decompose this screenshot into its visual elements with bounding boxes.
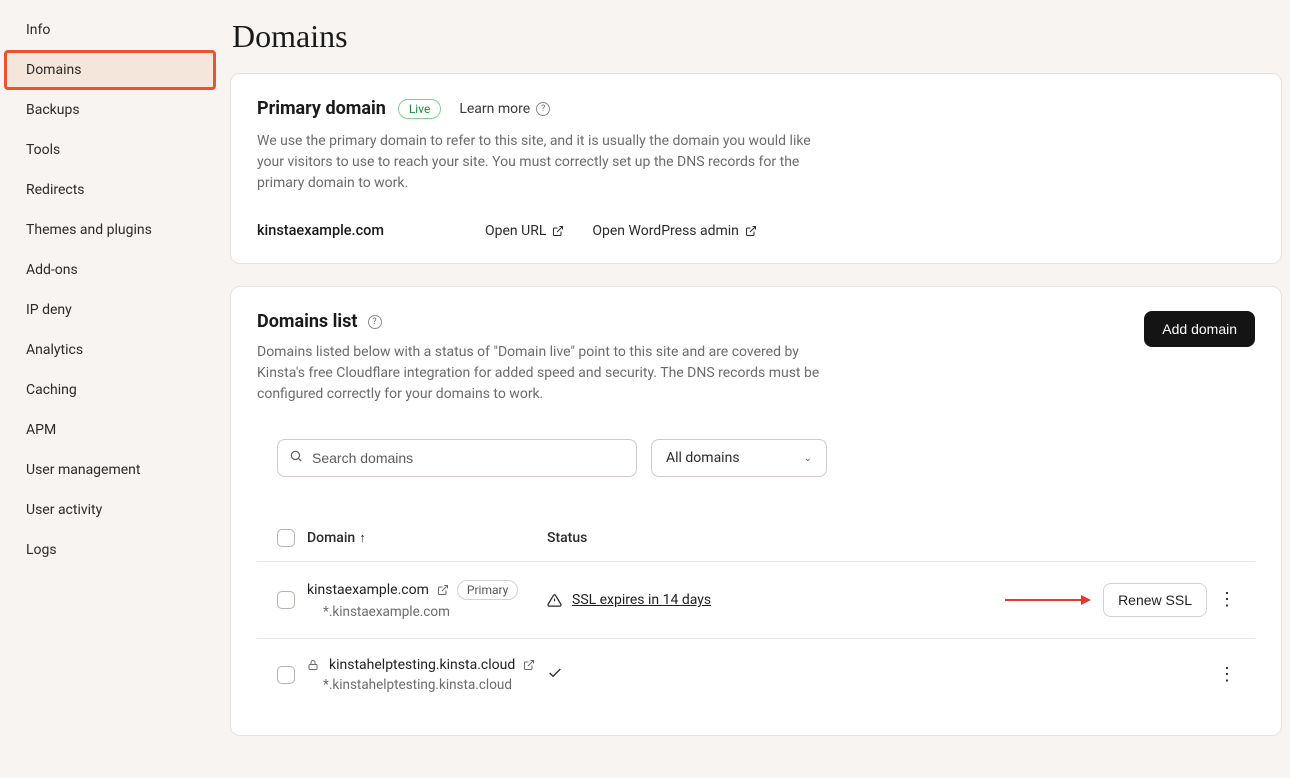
sidebar-item-redirects[interactable]: Redirects — [4, 170, 216, 210]
primary-domain-name: kinstaexample.com — [257, 222, 457, 239]
table-row: kinstahelptesting.kinsta.cloud *.kinstah… — [257, 638, 1255, 711]
domain-wildcard: *.kinstaexample.com — [323, 604, 547, 620]
open-url-label: Open URL — [485, 223, 546, 239]
primary-domain-description: We use the primary domain to refer to th… — [257, 131, 837, 194]
chevron-down-icon: ⌄ — [804, 453, 812, 464]
lock-icon — [307, 659, 319, 671]
annotation-arrow — [1005, 594, 1091, 606]
help-icon: ? — [536, 102, 550, 116]
sidebar-item-themes[interactable]: Themes and plugins — [4, 210, 216, 250]
sidebar-item-domains[interactable]: Domains — [4, 50, 216, 90]
table-row: kinstaexample.com Primary *.kinstaexampl… — [257, 561, 1255, 638]
domains-list-title: Domains list — [257, 311, 358, 332]
select-all-checkbox[interactable] — [277, 529, 295, 547]
column-domain-label: Domain — [307, 530, 355, 546]
sidebar-item-apm[interactable]: APM — [4, 410, 216, 450]
sidebar-item-tools[interactable]: Tools — [4, 130, 216, 170]
external-link-icon[interactable] — [437, 584, 449, 596]
open-wp-label: Open WordPress admin — [592, 223, 739, 239]
domains-filter-label: All domains — [666, 450, 740, 466]
row-checkbox[interactable] — [277, 591, 295, 609]
domains-list-card: Domains list ? Domains listed below with… — [230, 286, 1282, 736]
open-url-link[interactable]: Open URL — [485, 223, 564, 239]
external-link-icon — [745, 225, 757, 237]
column-domain[interactable]: Domain ↑ — [307, 530, 547, 546]
warning-icon — [547, 593, 562, 608]
table-head: Domain ↑ Status — [257, 515, 1255, 561]
row-menu-button[interactable]: ⋮ — [1218, 591, 1236, 609]
check-icon — [547, 669, 563, 685]
domains-list-description: Domains listed below with a status of "D… — [257, 342, 837, 405]
external-link-icon[interactable] — [523, 659, 535, 671]
sidebar-item-info[interactable]: Info — [4, 10, 216, 50]
row-checkbox[interactable] — [277, 666, 295, 684]
sidebar-item-analytics[interactable]: Analytics — [4, 330, 216, 370]
domains-filter-dropdown[interactable]: All domains ⌄ — [651, 439, 827, 477]
sidebar-item-logs[interactable]: Logs — [4, 530, 216, 570]
sidebar-item-ipdeny[interactable]: IP deny — [4, 290, 216, 330]
primary-badge: Primary — [457, 580, 518, 600]
renew-ssl-button[interactable]: Renew SSL — [1103, 583, 1207, 617]
main: Domains Primary domain Live Learn more ?… — [220, 0, 1290, 778]
open-wp-admin-link[interactable]: Open WordPress admin — [592, 223, 757, 239]
ssl-expiry-link[interactable]: SSL expires in 14 days — [572, 592, 711, 608]
domain-wildcard: *.kinstahelptesting.kinsta.cloud — [323, 677, 547, 693]
live-badge: Live — [398, 99, 441, 119]
sidebar: Info Domains Backups Tools Redirects The… — [0, 0, 220, 778]
search-wrap — [277, 439, 637, 477]
learn-more-link[interactable]: Learn more ? — [459, 101, 550, 117]
domain-name[interactable]: kinstahelptesting.kinsta.cloud — [329, 657, 515, 673]
help-icon[interactable]: ? — [368, 315, 382, 329]
search-icon — [289, 449, 303, 467]
domains-table: Domain ↑ Status kinstaexample.com — [257, 515, 1255, 711]
sidebar-item-addons[interactable]: Add-ons — [4, 250, 216, 290]
learn-more-label: Learn more — [459, 101, 530, 117]
sidebar-item-useractivity[interactable]: User activity — [4, 490, 216, 530]
row-menu-button[interactable]: ⋮ — [1218, 666, 1236, 684]
sidebar-item-caching[interactable]: Caching — [4, 370, 216, 410]
sidebar-item-backups[interactable]: Backups — [4, 90, 216, 130]
search-input[interactable] — [277, 439, 637, 477]
sidebar-item-usermgmt[interactable]: User management — [4, 450, 216, 490]
primary-domain-card: Primary domain Live Learn more ? We use … — [230, 73, 1282, 264]
page-title: Domains — [232, 18, 1282, 55]
primary-domain-title: Primary domain — [257, 98, 386, 119]
sort-asc-icon: ↑ — [359, 531, 366, 546]
column-status: Status — [547, 530, 967, 546]
domain-name[interactable]: kinstaexample.com — [307, 582, 429, 598]
add-domain-button[interactable]: Add domain — [1144, 311, 1255, 347]
external-link-icon — [552, 225, 564, 237]
